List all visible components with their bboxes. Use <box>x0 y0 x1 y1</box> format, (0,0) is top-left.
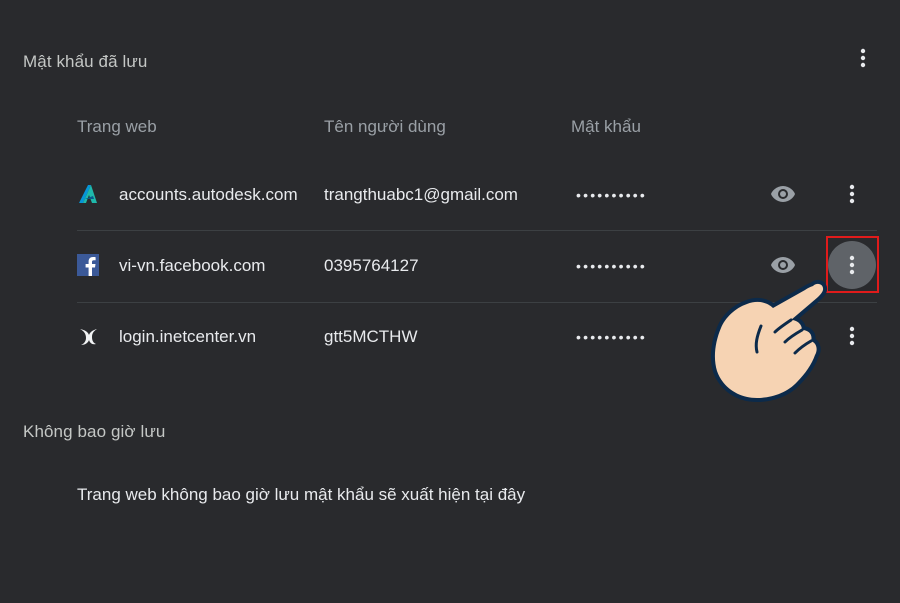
eye-icon <box>771 257 795 273</box>
site-name[interactable]: vi-vn.facebook.com <box>119 256 265 276</box>
row-more-button[interactable] <box>836 320 868 352</box>
column-header-username: Tên người dùng <box>324 117 446 136</box>
eye-icon <box>771 186 795 202</box>
never-saved-heading: Không bao giờ lưu <box>23 422 166 441</box>
row-more-button-active[interactable] <box>828 241 876 289</box>
password-hidden: •••••••••• <box>576 258 648 274</box>
inet-logo-icon <box>77 325 99 347</box>
more-vert-icon <box>849 255 855 275</box>
more-vert-icon <box>849 184 855 204</box>
column-header-password: Mật khẩu <box>571 117 641 136</box>
facebook-logo-icon <box>77 254 99 276</box>
row-more-button[interactable] <box>836 178 868 210</box>
show-password-button[interactable] <box>767 249 799 281</box>
column-header-website: Trang web <box>77 117 157 136</box>
username: 0395764127 <box>324 256 419 275</box>
password-hidden: •••••••••• <box>576 329 648 345</box>
password-row: accounts.autodesk.com trangthuabc1@gmail… <box>77 159 877 230</box>
username: gtt5MCTHW <box>324 327 418 346</box>
username: trangthuabc1@gmail.com <box>324 185 518 204</box>
password-hidden: •••••••••• <box>576 187 648 203</box>
site-name[interactable]: accounts.autodesk.com <box>119 185 298 205</box>
more-vert-icon <box>849 326 855 346</box>
pointing-hand-icon <box>705 278 830 408</box>
site-name[interactable]: login.inetcenter.vn <box>119 327 256 347</box>
autodesk-logo-icon <box>77 183 99 205</box>
show-password-button[interactable] <box>767 178 799 210</box>
saved-passwords-heading: Mật khẩu đã lưu <box>23 52 148 71</box>
more-vert-icon <box>860 48 866 68</box>
never-saved-empty-message: Trang web không bao giờ lưu mật khẩu sẽ … <box>77 485 526 504</box>
saved-passwords-more-button[interactable] <box>849 44 877 72</box>
